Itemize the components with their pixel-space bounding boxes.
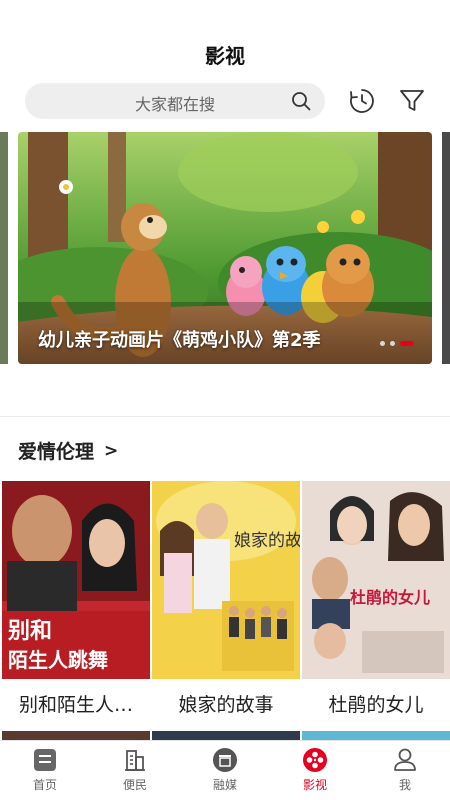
search-icon[interactable] xyxy=(291,91,311,111)
carousel-dot-active xyxy=(400,341,414,346)
poster-image: 娘家的故事 xyxy=(152,481,300,679)
section-title: 爱情伦理 xyxy=(18,441,95,463)
poster-title[interactable]: 娘家的故事 xyxy=(152,690,300,717)
page-title: 影视 xyxy=(205,44,245,68)
prev-slide-peek[interactable] xyxy=(0,132,8,364)
poster-card[interactable]: 杜鹃的女儿 xyxy=(302,481,450,679)
tab-label: 融媒 xyxy=(212,778,237,792)
carousel-dot xyxy=(380,341,385,346)
app-screen: 影视 大家都在搜 幼儿亲子动画片《萌鸡小队》第2季 爱情伦理 > 别和 陌生人跳… xyxy=(0,0,450,800)
search-bar[interactable]: 大家都在搜 xyxy=(25,83,325,119)
carousel-dot xyxy=(390,341,395,346)
filter-funnel-icon[interactable] xyxy=(399,88,425,114)
home-icon xyxy=(34,749,56,771)
search-placeholder: 大家都在搜 xyxy=(135,95,216,114)
tab-label: 首页 xyxy=(32,778,57,792)
section-more-arrow[interactable]: > xyxy=(104,441,118,461)
tab-media[interactable]: 融媒 xyxy=(180,741,270,800)
building-icon xyxy=(125,750,145,771)
section-header[interactable]: 爱情伦理 > xyxy=(18,437,118,464)
tab-film[interactable]: 影视 xyxy=(270,741,360,800)
next-slide-peek[interactable] xyxy=(442,132,450,364)
banner-slide[interactable]: 幼儿亲子动画片《萌鸡小队》第2季 xyxy=(18,132,432,364)
media-icon xyxy=(213,748,237,772)
poster-image: 杜鹃的女儿 xyxy=(302,481,450,679)
carousel-indicator xyxy=(380,341,414,346)
poster-art-text: 别和 xyxy=(7,619,52,644)
poster-card[interactable]: 娘家的故事 xyxy=(152,481,300,679)
poster-title[interactable]: 杜鹃的女儿 xyxy=(302,690,450,717)
poster-image: 别和 陌生人跳舞 xyxy=(2,481,150,679)
banner-caption: 幼儿亲子动画片《萌鸡小队》第2季 xyxy=(38,330,321,351)
tab-label: 影视 xyxy=(302,778,327,792)
poster-title[interactable]: 别和陌生人… xyxy=(2,690,150,717)
section-divider xyxy=(0,416,450,417)
film-reel-icon xyxy=(303,748,327,772)
poster-card[interactable]: 别和 陌生人跳舞 xyxy=(2,481,150,679)
tab-me[interactable]: 我 xyxy=(360,741,450,800)
banner-carousel[interactable]: 幼儿亲子动画片《萌鸡小队》第2季 xyxy=(0,132,450,364)
user-icon xyxy=(394,748,416,771)
tab-label: 我 xyxy=(398,778,411,792)
bottom-tab-bar: 首页 便民 融媒 影视 我 xyxy=(0,740,450,800)
history-clock-icon[interactable] xyxy=(349,88,375,114)
poster-art-text: 陌生人跳舞 xyxy=(8,648,108,672)
tab-home[interactable]: 首页 xyxy=(0,741,90,800)
tab-label: 便民 xyxy=(122,778,147,792)
tab-services[interactable]: 便民 xyxy=(90,741,180,800)
poster-art-text: 娘家的故事 xyxy=(234,531,300,551)
poster-art-text: 杜鹃的女儿 xyxy=(350,588,430,607)
poster-row: 别和 陌生人跳舞 娘家的故事 xyxy=(0,481,450,681)
